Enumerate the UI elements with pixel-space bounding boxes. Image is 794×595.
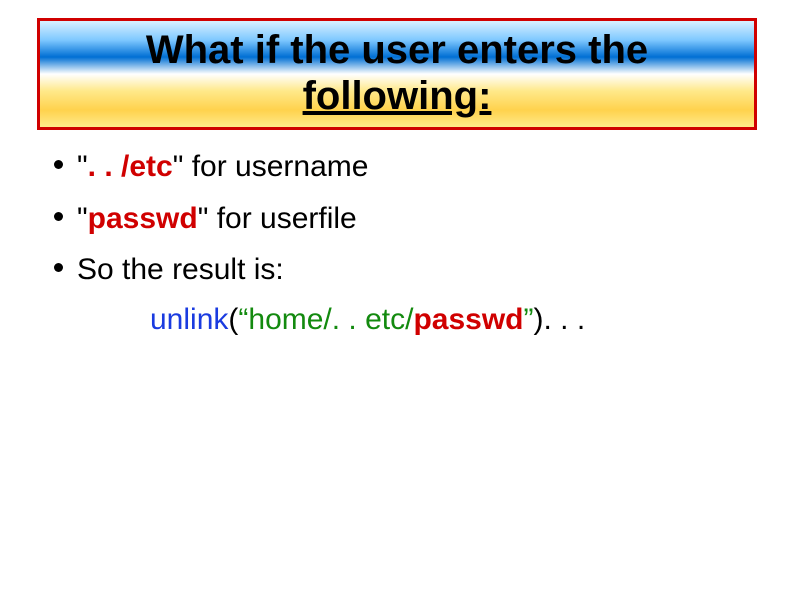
slide-title-line-2: following: xyxy=(50,73,744,119)
bullet-icon xyxy=(54,160,63,169)
result-open-paren: ( xyxy=(228,303,238,336)
bullet2-prefix: " xyxy=(77,202,88,235)
bullet-list: ". . /etc" for username "passwd" for use… xyxy=(30,148,764,337)
bullet2-suffix: " for userfile xyxy=(198,202,357,235)
bullet1-suffix: " for username xyxy=(173,150,369,183)
slide-title-box: What if the user enters the following: xyxy=(37,18,757,130)
bullet-item-1: ". . /etc" for username xyxy=(54,148,764,186)
bullet-text-3: So the result is: xyxy=(77,251,284,289)
result-arg-suffix: ” xyxy=(524,303,534,336)
bullet2-highlight: passwd xyxy=(88,202,198,235)
bullet-item-2: "passwd" for userfile xyxy=(54,200,764,238)
bullet1-prefix: " xyxy=(77,150,88,183)
bullet-icon xyxy=(54,263,63,272)
bullet-item-3: So the result is: xyxy=(54,251,764,289)
bullet-text-2: "passwd" for userfile xyxy=(77,200,357,238)
result-close-paren: ). . . xyxy=(534,303,586,336)
result-func: unlink xyxy=(150,303,228,336)
result-arg-highlight: passwd xyxy=(413,303,523,336)
bullet-text-1: ". . /etc" for username xyxy=(77,148,368,186)
bullet-icon xyxy=(54,212,63,221)
result-arg-prefix: “home/. . etc/ xyxy=(238,303,413,336)
result-line: unlink(“home/. . etc/passwd”). . . xyxy=(150,303,764,337)
bullet1-highlight: . . /etc xyxy=(88,150,173,183)
slide-title-line-1: What if the user enters the xyxy=(50,27,744,73)
